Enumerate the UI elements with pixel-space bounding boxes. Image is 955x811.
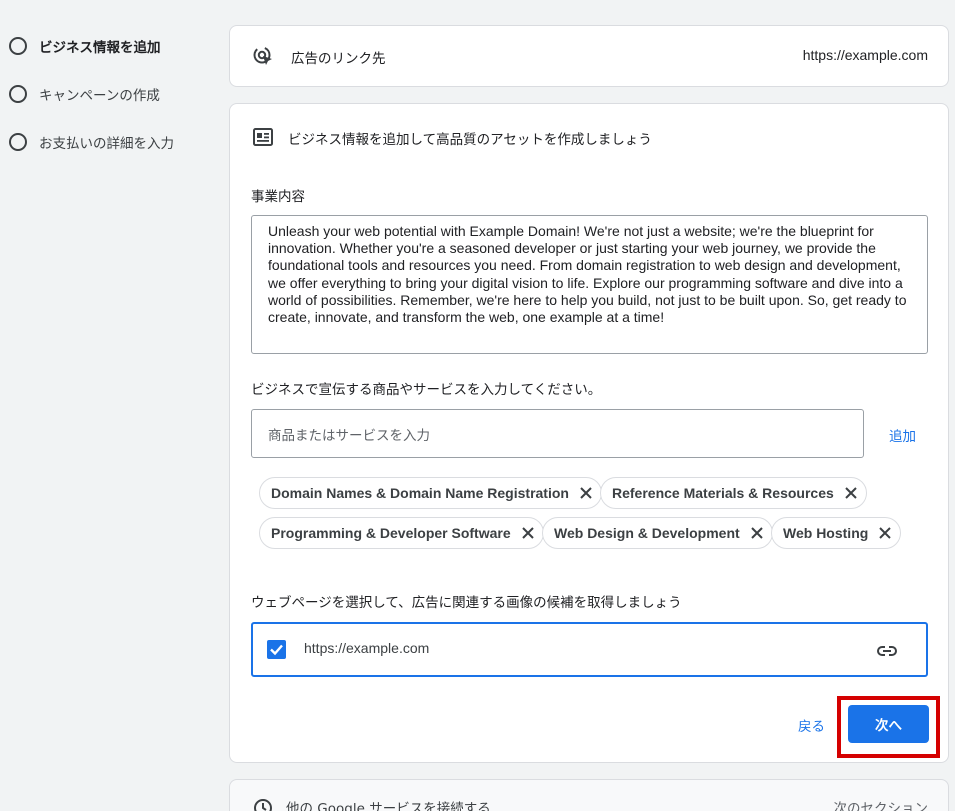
chip-label: Web Design & Development bbox=[554, 525, 740, 541]
step-label: お支払いの詳細を入力 bbox=[39, 136, 174, 152]
close-icon[interactable] bbox=[844, 486, 858, 500]
business-description-textarea[interactable]: Unleash your web potential with Example … bbox=[251, 215, 928, 354]
webpage-label: ウェブページを選択して、広告に関連する画像の候補を取得しましょう bbox=[251, 595, 682, 611]
products-label: ビジネスで宣伝する商品やサービスを入力してください。 bbox=[251, 382, 602, 398]
checkbox-checked[interactable] bbox=[267, 640, 286, 659]
step-add-business-info[interactable]: ビジネス情報を追加 bbox=[9, 34, 161, 58]
step-create-campaign[interactable]: キャンペーンの作成 bbox=[9, 82, 160, 106]
cursor-click-icon bbox=[252, 45, 276, 69]
clock-icon bbox=[252, 797, 274, 811]
chip-label: Reference Materials & Resources bbox=[612, 485, 834, 501]
chip-label: Programming & Developer Software bbox=[271, 525, 511, 541]
step-payment-details[interactable]: お支払いの詳細を入力 bbox=[9, 130, 174, 154]
chip-label: Web Hosting bbox=[783, 525, 869, 541]
close-icon[interactable] bbox=[750, 526, 764, 540]
webpage-url: https://example.com bbox=[304, 640, 430, 656]
chip-label: Domain Names & Domain Name Registration bbox=[271, 485, 569, 501]
chip-programming-software: Programming & Developer Software bbox=[259, 517, 544, 549]
webpage-option[interactable]: https://example.com bbox=[251, 622, 928, 677]
radio-icon bbox=[9, 37, 27, 55]
description-label: 事業内容 bbox=[251, 189, 305, 205]
next-button[interactable]: 次へ bbox=[848, 705, 929, 743]
ad-link-title: 広告のリンク先 bbox=[291, 51, 386, 67]
business-info-card: ビジネス情報を追加して高品質のアセットを作成しましょう 事業内容 Unleash… bbox=[229, 103, 949, 763]
chip-web-design: Web Design & Development bbox=[542, 517, 773, 549]
back-button[interactable]: 戻る bbox=[798, 715, 825, 735]
card-heading: ビジネス情報を追加して高品質のアセットを作成しましょう bbox=[288, 132, 652, 148]
step-label: キャンペーンの作成 bbox=[39, 88, 160, 104]
step-label: ビジネス情報を追加 bbox=[39, 40, 161, 56]
next-section-label: 次のセクション bbox=[833, 801, 929, 811]
radio-icon bbox=[9, 85, 27, 103]
chip-domain-names: Domain Names & Domain Name Registration bbox=[259, 477, 602, 509]
ad-link-card: 広告のリンク先 https://example.com bbox=[229, 25, 949, 87]
other-services-title: 他の Google サービスを接続する bbox=[286, 801, 491, 811]
radio-icon bbox=[9, 133, 27, 151]
close-icon[interactable] bbox=[878, 526, 892, 540]
other-services-card[interactable]: 他の Google サービスを接続する 次のセクション bbox=[229, 779, 949, 811]
chip-web-hosting: Web Hosting bbox=[771, 517, 902, 549]
product-service-input[interactable]: 商品またはサービスを入力 bbox=[251, 409, 864, 458]
close-icon[interactable] bbox=[579, 486, 593, 500]
link-icon bbox=[876, 640, 898, 662]
close-icon[interactable] bbox=[521, 526, 535, 540]
add-button[interactable]: 追加 bbox=[889, 425, 916, 445]
chip-reference-materials: Reference Materials & Resources bbox=[600, 477, 867, 509]
ad-link-url: https://example.com bbox=[802, 47, 928, 63]
article-icon bbox=[252, 126, 274, 148]
